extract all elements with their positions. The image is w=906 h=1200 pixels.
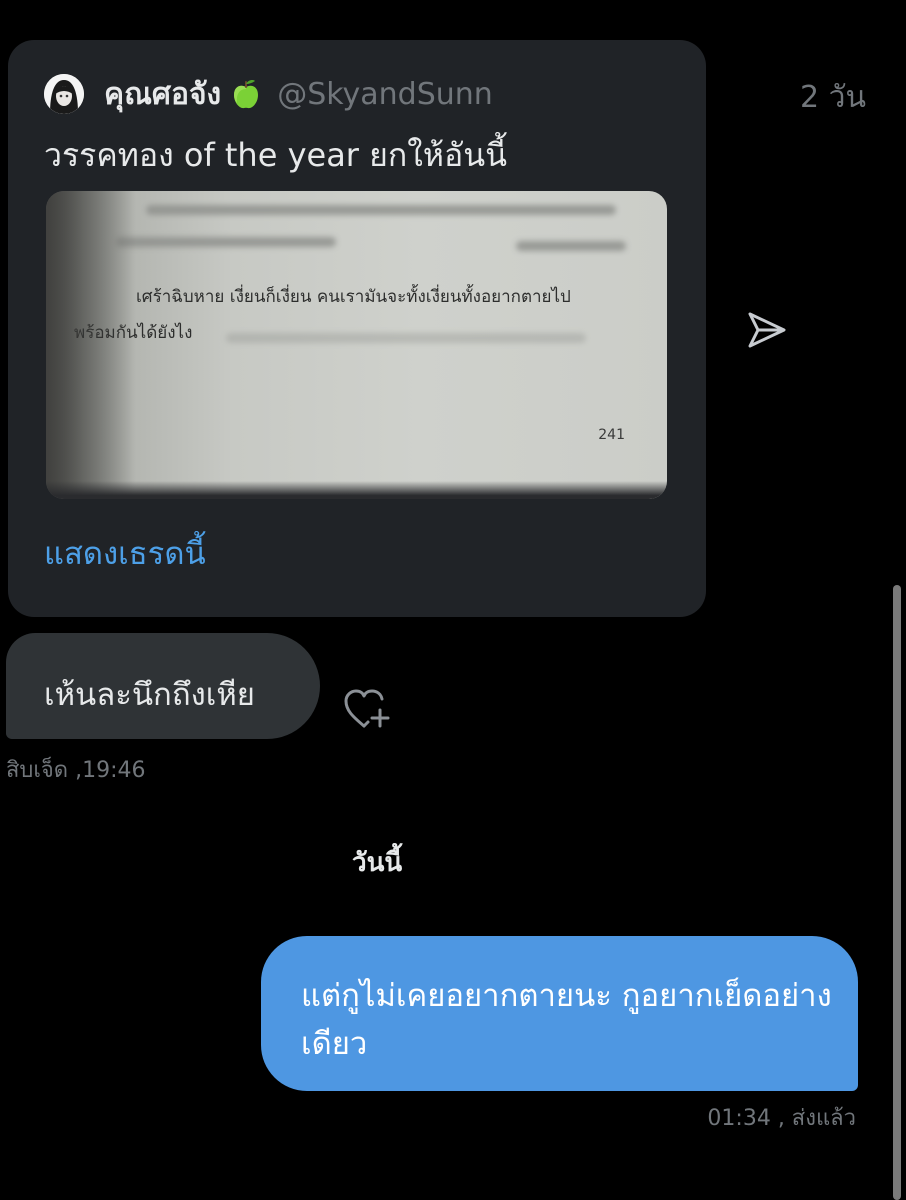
outgoing-message-text: แต่กูไม่เคยอยากตายนะ กูอยากเย็ดอย่างเดีย… bbox=[301, 978, 832, 1062]
blurred-text-line bbox=[116, 237, 336, 247]
heart-plus-icon[interactable] bbox=[342, 686, 394, 732]
quoted-tweet-header: คุณศอจัง @SkyandSunn bbox=[44, 68, 493, 120]
book-page-photo[interactable]: เศร้าฉิบหาย เงี่ยนก็เงี่ยน คนเรามันจะทั้… bbox=[46, 191, 667, 499]
page-number: 241 bbox=[598, 427, 625, 443]
incoming-message-text: เห้นละนึกถึงเหีย bbox=[44, 677, 255, 713]
tweet-timestamp: 2 วัน bbox=[800, 80, 866, 115]
blurred-text-line bbox=[146, 205, 616, 215]
incoming-message-meta: สิบเจ็ด ,19:46 bbox=[6, 758, 146, 783]
book-text-line-1: เศร้าฉิบหาย เงี่ยนก็เงี่ยน คนเรามันจะทั้… bbox=[136, 287, 571, 307]
green-apple-icon bbox=[231, 78, 261, 110]
photo-shadow bbox=[46, 191, 136, 499]
outgoing-message-bubble[interactable]: แต่กูไม่เคยอยากตายนะ กูอยากเย็ดอย่างเดีย… bbox=[261, 936, 858, 1091]
quoted-tweet-text: วรรคทอง of the year ยกให้อันนี้ bbox=[44, 136, 507, 174]
incoming-message-bubble[interactable]: เห้นละนึกถึงเหีย bbox=[6, 633, 320, 739]
scrollbar[interactable] bbox=[893, 585, 901, 1200]
blurred-text-line bbox=[226, 333, 586, 343]
share-send-icon[interactable] bbox=[744, 308, 788, 352]
day-divider: วันนี้ bbox=[352, 848, 403, 878]
show-thread-link[interactable]: แสดงเธรดนี้ bbox=[44, 528, 206, 578]
user-handle[interactable]: @SkyandSunn bbox=[277, 77, 493, 112]
outgoing-message-meta: 01:34 , ส่งแล้ว bbox=[707, 1106, 856, 1131]
display-name[interactable]: คุณศอจัง bbox=[104, 71, 221, 118]
photo-bottom-edge bbox=[46, 481, 667, 499]
avatar[interactable] bbox=[44, 74, 84, 114]
blurred-text-line bbox=[516, 241, 626, 251]
